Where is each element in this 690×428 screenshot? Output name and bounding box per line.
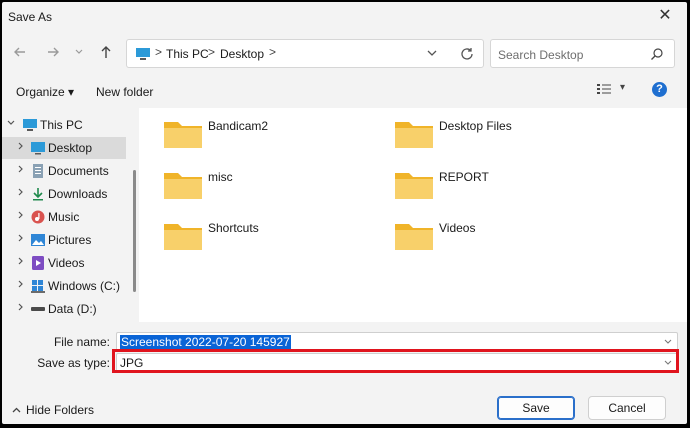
chevron-right-icon[interactable] — [16, 256, 26, 269]
chevron-up-icon — [12, 406, 21, 417]
videos-icon — [31, 256, 45, 270]
sidebar-item-label: Music — [48, 210, 80, 224]
folder-item[interactable]: misc — [163, 169, 363, 209]
folder-icon — [395, 122, 433, 148]
breadcrumb-separator: > — [269, 45, 277, 59]
file-name-value: Screenshot 2022-07-20 145927 — [120, 335, 291, 349]
save-type-select[interactable]: JPG — [116, 353, 678, 372]
sidebar-item-label: Documents — [48, 164, 109, 178]
cancel-button[interactable]: Cancel — [588, 396, 666, 420]
save-type-label: Save as type: — [37, 356, 110, 370]
folder-item[interactable]: Shortcuts — [163, 220, 363, 260]
save-type-value: JPG — [120, 356, 144, 370]
file-name-label: File name: — [53, 335, 110, 349]
chevron-down-icon[interactable]: ▾ — [620, 82, 625, 93]
search-icon[interactable] — [650, 47, 664, 61]
folder-name: Shortcuts — [208, 221, 259, 235]
breadcrumb-separator: > — [155, 45, 163, 59]
sidebar-item-this-pc[interactable]: This PC — [2, 114, 126, 136]
sidebar-item-label: Pictures — [48, 233, 92, 247]
new-folder-button[interactable]: New folder — [96, 85, 153, 99]
search-placeholder: Search Desktop — [498, 48, 584, 62]
sidebar-item-label: This PC — [40, 118, 83, 132]
save-as-dialog: Save As ✕ > This PC > Desktop > Search D… — [2, 2, 687, 424]
folder-icon — [164, 224, 202, 250]
folder-name: Videos — [439, 221, 476, 235]
computer-icon — [135, 47, 151, 64]
breadcrumb-this-pc[interactable]: This PC — [166, 47, 209, 61]
navigation-pane: This PC Desktop Documents Downloads Musi… — [2, 108, 138, 322]
file-list: Bandicam2 Desktop Files misc REPORT Shor… — [139, 108, 687, 322]
computer-icon — [22, 118, 37, 132]
folder-item[interactable]: Bandicam2 — [163, 118, 363, 158]
address-bar[interactable]: > This PC > Desktop > — [126, 39, 484, 68]
help-icon[interactable]: ? — [652, 82, 667, 97]
chevron-right-icon[interactable] — [16, 210, 26, 223]
file-name-field[interactable]: Screenshot 2022-07-20 145927 — [116, 332, 678, 351]
command-bar: Organize ▾ New folder — [2, 76, 687, 106]
sidebar-item-windows-c[interactable]: Windows (C:) — [2, 275, 126, 297]
folder-name: misc — [208, 170, 233, 184]
organize-label: Organize — [16, 85, 65, 99]
music-icon — [31, 210, 45, 224]
sidebar-item-label: Downloads — [48, 187, 108, 201]
chevron-down-icon[interactable] — [425, 46, 439, 60]
view-options-icon[interactable] — [597, 83, 611, 98]
organize-button[interactable]: Organize ▾ — [16, 85, 74, 99]
hide-folders-button[interactable]: Hide Folders — [12, 403, 94, 417]
sidebar-item-desktop[interactable]: Desktop — [2, 137, 126, 159]
arrow-left-icon[interactable] — [12, 44, 30, 62]
title-bar: Save As ✕ — [2, 2, 687, 32]
chevron-right-icon[interactable] — [16, 233, 26, 246]
drive-icon — [31, 302, 45, 316]
chevron-down-icon[interactable] — [663, 358, 673, 368]
chevron-down-icon[interactable] — [663, 337, 673, 347]
downloads-icon — [31, 187, 45, 201]
folder-icon — [164, 173, 202, 199]
folder-name: Desktop Files — [439, 119, 512, 133]
chevron-right-icon[interactable] — [16, 164, 26, 177]
sidebar-item-label: Desktop — [48, 141, 93, 155]
sidebar-item-documents[interactable]: Documents — [2, 160, 126, 182]
chevron-down-icon: ▾ — [68, 85, 75, 99]
folder-name: Bandicam2 — [208, 119, 269, 133]
search-input[interactable]: Search Desktop — [490, 39, 675, 68]
chevron-down-icon[interactable] — [74, 47, 92, 65]
hide-folders-label: Hide Folders — [26, 403, 95, 417]
sidebar-item-videos[interactable]: Videos — [2, 252, 126, 274]
folder-icon — [395, 173, 433, 199]
chevron-right-icon[interactable] — [16, 141, 26, 154]
refresh-icon[interactable] — [459, 46, 475, 62]
sidebar-item-downloads[interactable]: Downloads — [2, 183, 126, 205]
folder-name: REPORT — [439, 170, 489, 184]
chevron-right-icon[interactable] — [16, 302, 26, 315]
chevron-right-icon[interactable] — [16, 187, 26, 200]
folder-item[interactable]: Videos — [394, 220, 594, 260]
documents-icon — [31, 164, 45, 178]
sidebar-item-label: Windows (C:) — [48, 279, 121, 293]
desktop-icon — [31, 141, 45, 155]
close-icon[interactable]: ✕ — [655, 6, 675, 26]
drive-icon — [31, 279, 45, 293]
sidebar-item-pictures[interactable]: Pictures — [2, 229, 126, 251]
breadcrumb-desktop[interactable]: Desktop — [220, 47, 264, 61]
save-button[interactable]: Save — [497, 396, 575, 420]
chevron-right-icon[interactable] — [16, 279, 26, 292]
sidebar-item-music[interactable]: Music — [2, 206, 126, 228]
sidebar-item-label: Data (D:) — [48, 302, 97, 316]
folder-item[interactable]: REPORT — [394, 169, 594, 209]
arrow-right-icon[interactable] — [45, 44, 63, 62]
pictures-icon — [31, 233, 45, 247]
folder-icon — [395, 224, 433, 250]
folder-item[interactable]: Desktop Files — [394, 118, 594, 158]
sidebar-item-label: Videos — [48, 256, 85, 270]
scrollbar[interactable] — [133, 170, 136, 292]
window-title: Save As — [8, 10, 53, 24]
folder-icon — [164, 122, 202, 148]
sidebar-item-data-d[interactable]: Data (D:) — [2, 298, 126, 320]
breadcrumb-separator: > — [208, 45, 216, 59]
arrow-up-icon[interactable] — [98, 44, 116, 62]
chevron-down-icon[interactable] — [6, 118, 16, 131]
